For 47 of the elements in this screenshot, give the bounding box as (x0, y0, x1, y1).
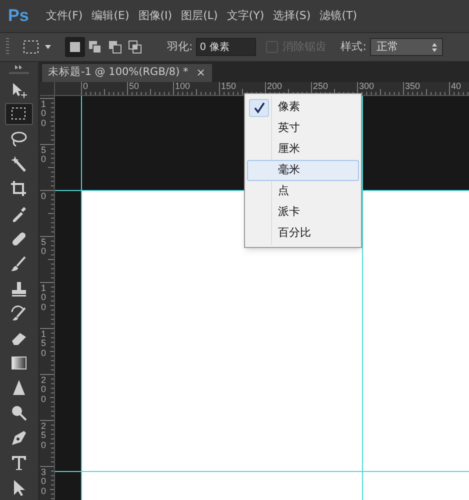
ruler-label: 100 (175, 82, 190, 92)
ruler-label: 350 (405, 82, 420, 92)
ruler-label: 250 (41, 422, 50, 450)
collapse-icon[interactable] (15, 65, 23, 69)
grip-icon (6, 38, 9, 56)
ruler-label: 300 (41, 468, 50, 496)
ruler-label: 40 (451, 82, 462, 92)
close-icon[interactable]: × (196, 64, 206, 82)
menu-item[interactable]: 点 (247, 181, 359, 202)
ruler-label: 200 (267, 82, 282, 92)
menu-item[interactable]: 像素 (247, 97, 359, 118)
ruler-label: 0 (83, 82, 88, 92)
ruler-label: 300 (359, 82, 374, 92)
document-tab[interactable]: 未标题-1 @ 100%(RGB/8) * × (42, 64, 212, 82)
ruler-label: 250 (313, 82, 328, 92)
menu-item[interactable]: 厘米 (247, 139, 359, 160)
selection-mode-icon (87, 39, 103, 55)
marquee-preset-icon[interactable] (23, 40, 39, 54)
app-logo: Ps (8, 5, 29, 28)
ruler-label: 150 (41, 330, 50, 358)
caret-icon[interactable] (45, 45, 51, 49)
menu-item[interactable]: 编辑(E) (92, 8, 130, 24)
ruler-label: 100 (41, 100, 50, 128)
field-label: 样式: (340, 38, 366, 55)
menu-item[interactable]: 滤镜(T) (320, 8, 358, 24)
ruler-label: 200 (41, 376, 50, 404)
ruler-label: 100 (41, 284, 50, 312)
menu-item[interactable]: 毫米 (247, 160, 359, 181)
feather-input[interactable]: 0 像素 (196, 38, 256, 56)
menu-item[interactable]: 图像(I) (138, 8, 172, 24)
menu-item[interactable]: 派卡 (247, 202, 359, 223)
menu-item[interactable]: 选择(S) (273, 8, 311, 24)
selection-mode-icon (107, 39, 123, 55)
menu-item[interactable]: 文字(Y) (226, 8, 264, 24)
style-dropdown[interactable]: 正常 (370, 38, 444, 56)
stepper-icon (432, 42, 438, 52)
field-label: 羽化: (167, 38, 193, 55)
menu-item[interactable]: 文件(F) (46, 8, 83, 24)
menu-item[interactable]: 百分比 (247, 223, 359, 244)
selection-mode-button[interactable] (65, 37, 85, 57)
ruler-label: 150 (221, 82, 236, 92)
selection-mode-icon (127, 39, 143, 55)
selection-mode-icon (67, 39, 83, 55)
menu-item[interactable]: 图层(L) (181, 8, 218, 24)
menu-item[interactable]: 英寸 (247, 118, 359, 139)
marquee-tool-icon[interactable] (5, 103, 33, 126)
ruler-label: 50 (129, 82, 140, 92)
